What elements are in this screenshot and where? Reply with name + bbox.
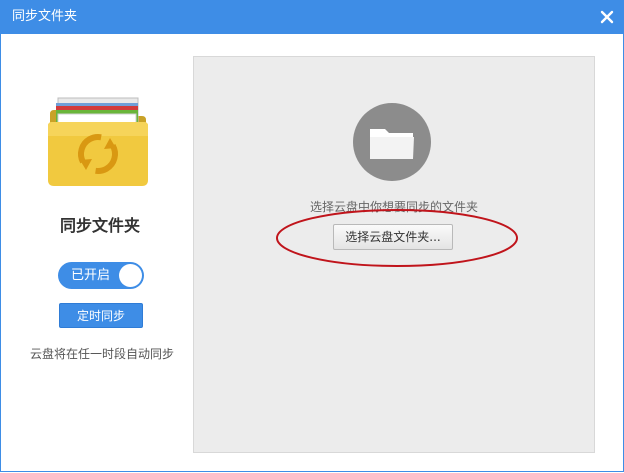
toggle-label: 已开启 bbox=[71, 268, 111, 283]
close-icon[interactable] bbox=[598, 8, 616, 26]
toggle-knob[interactable] bbox=[119, 264, 142, 287]
feature-title: 同步文件夹 bbox=[59, 216, 140, 235]
sync-hint: 云盘将在任一时段自动同步 bbox=[29, 347, 174, 361]
scheduled-sync-button[interactable]: 定时同步 bbox=[59, 303, 143, 328]
folder-sync-icon bbox=[48, 97, 148, 186]
title-bar: 同步文件夹 bbox=[0, 0, 624, 34]
folder-select-panel: 选择云盘中你想要同步的文件夹 选择云盘文件夹... bbox=[193, 56, 595, 453]
window-title: 同步文件夹 bbox=[12, 9, 78, 24]
folder-icon bbox=[353, 103, 431, 181]
sync-toggle[interactable]: 已开启 bbox=[58, 262, 144, 289]
highlight-ellipse bbox=[276, 209, 518, 267]
